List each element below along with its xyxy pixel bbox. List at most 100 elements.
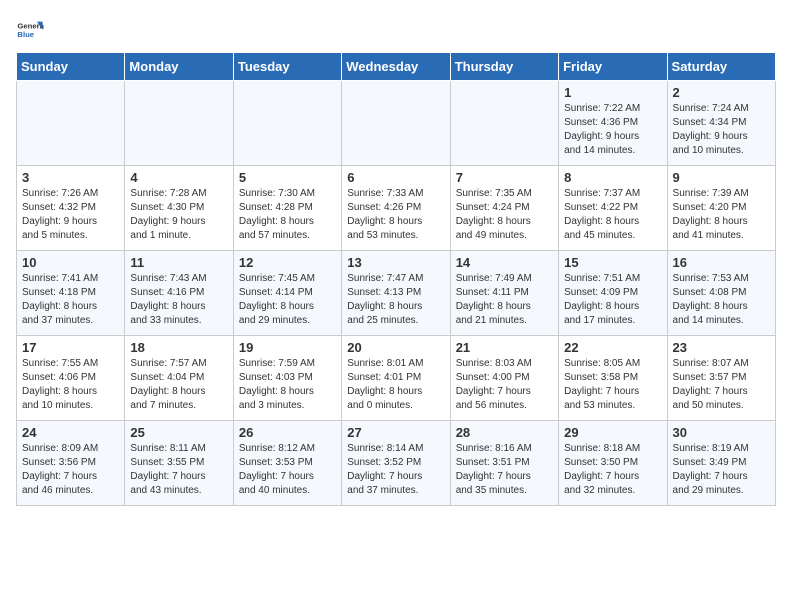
- calendar-cell: 23 Sunrise: 8:07 AM Sunset: 3:57 PM Dayli…: [667, 336, 775, 421]
- day-number: 14: [456, 255, 553, 270]
- calendar-cell: 9Sunrise: 7:39 AM Sunset: 4:20 PM Daylig…: [667, 166, 775, 251]
- day-info: Sunrise: 8:19 AM Sunset: 3:49 PM Dayligh…: [673, 442, 770, 498]
- calendar-cell: [450, 81, 558, 166]
- day-number: 23: [673, 340, 770, 355]
- day-number: 16: [673, 255, 770, 270]
- day-info: Sunrise: 7:55 AM Sunset: 4:06 PM Dayligh…: [22, 357, 119, 413]
- day-number: 13: [347, 255, 444, 270]
- weekday-header-sunday: Sunday: [17, 53, 125, 81]
- calendar-week-row: 17 Sunrise: 7:55 AM Sunset: 4:06 PM Dayli…: [17, 336, 776, 421]
- page-header: General Blue: [16, 16, 776, 44]
- day-info: Sunrise: 7:41 AM Sunset: 4:18 PM Dayligh…: [22, 272, 119, 328]
- day-number: 8: [564, 170, 661, 185]
- calendar-cell: 2 Sunrise: 7:24 AM Sunset: 4:34 PM Daylig…: [667, 81, 775, 166]
- day-number: 10: [22, 255, 119, 270]
- day-number: 28: [456, 425, 553, 440]
- calendar-cell: 16 Sunrise: 7:53 AM Sunset: 4:08 PM Dayli…: [667, 251, 775, 336]
- day-info: Sunrise: 7:51 AM Sunset: 4:09 PM Dayligh…: [564, 272, 661, 328]
- day-info: Sunrise: 8:01 AM Sunset: 4:01 PM Dayligh…: [347, 357, 444, 413]
- calendar-cell: 5Sunrise: 7:30 AM Sunset: 4:28 PM Daylig…: [233, 166, 341, 251]
- day-number: 17: [22, 340, 119, 355]
- calendar-cell: 30 Sunrise: 8:19 AM Sunset: 3:49 PM Dayli…: [667, 421, 775, 506]
- day-number: 20: [347, 340, 444, 355]
- day-info: Sunrise: 7:35 AM Sunset: 4:24 PM Dayligh…: [456, 187, 553, 243]
- day-number: 2: [673, 85, 770, 100]
- calendar-cell: 6 Sunrise: 7:33 AM Sunset: 4:26 PM Daylig…: [342, 166, 450, 251]
- calendar-cell: 21 Sunrise: 8:03 AM Sunset: 4:00 PM Dayli…: [450, 336, 558, 421]
- day-number: 19: [239, 340, 336, 355]
- day-number: 30: [673, 425, 770, 440]
- day-number: 15: [564, 255, 661, 270]
- day-info: Sunrise: 7:45 AM Sunset: 4:14 PM Dayligh…: [239, 272, 336, 328]
- logo-icon: General Blue: [16, 16, 44, 44]
- calendar-cell: [233, 81, 341, 166]
- weekday-header-tuesday: Tuesday: [233, 53, 341, 81]
- day-info: Sunrise: 7:37 AM Sunset: 4:22 PM Dayligh…: [564, 187, 661, 243]
- calendar-cell: 11Sunrise: 7:43 AM Sunset: 4:16 PM Dayli…: [125, 251, 233, 336]
- day-number: 7: [456, 170, 553, 185]
- weekday-header-wednesday: Wednesday: [342, 53, 450, 81]
- day-number: 25: [130, 425, 227, 440]
- calendar-cell: 24 Sunrise: 8:09 AM Sunset: 3:56 PM Dayli…: [17, 421, 125, 506]
- calendar-cell: 19Sunrise: 7:59 AM Sunset: 4:03 PM Dayli…: [233, 336, 341, 421]
- calendar-cell: 1Sunrise: 7:22 AM Sunset: 4:36 PM Daylig…: [559, 81, 667, 166]
- day-info: Sunrise: 8:14 AM Sunset: 3:52 PM Dayligh…: [347, 442, 444, 498]
- calendar-cell: 3 Sunrise: 7:26 AM Sunset: 4:32 PM Daylig…: [17, 166, 125, 251]
- day-info: Sunrise: 7:26 AM Sunset: 4:32 PM Dayligh…: [22, 187, 119, 243]
- calendar-cell: 7 Sunrise: 7:35 AM Sunset: 4:24 PM Daylig…: [450, 166, 558, 251]
- day-number: 4: [130, 170, 227, 185]
- calendar-cell: 22Sunrise: 8:05 AM Sunset: 3:58 PM Dayli…: [559, 336, 667, 421]
- calendar-cell: [17, 81, 125, 166]
- weekday-header-monday: Monday: [125, 53, 233, 81]
- day-info: Sunrise: 7:22 AM Sunset: 4:36 PM Dayligh…: [564, 102, 661, 158]
- calendar-cell: [125, 81, 233, 166]
- day-info: Sunrise: 8:09 AM Sunset: 3:56 PM Dayligh…: [22, 442, 119, 498]
- calendar-week-row: 1Sunrise: 7:22 AM Sunset: 4:36 PM Daylig…: [17, 81, 776, 166]
- day-info: Sunrise: 7:28 AM Sunset: 4:30 PM Dayligh…: [130, 187, 227, 243]
- day-number: 12: [239, 255, 336, 270]
- calendar-cell: 10 Sunrise: 7:41 AM Sunset: 4:18 PM Dayli…: [17, 251, 125, 336]
- calendar-cell: 17 Sunrise: 7:55 AM Sunset: 4:06 PM Dayli…: [17, 336, 125, 421]
- day-info: Sunrise: 8:12 AM Sunset: 3:53 PM Dayligh…: [239, 442, 336, 498]
- day-info: Sunrise: 8:16 AM Sunset: 3:51 PM Dayligh…: [456, 442, 553, 498]
- day-number: 21: [456, 340, 553, 355]
- day-number: 3: [22, 170, 119, 185]
- calendar-cell: 28 Sunrise: 8:16 AM Sunset: 3:51 PM Dayli…: [450, 421, 558, 506]
- day-info: Sunrise: 7:49 AM Sunset: 4:11 PM Dayligh…: [456, 272, 553, 328]
- calendar-cell: 26 Sunrise: 8:12 AM Sunset: 3:53 PM Dayli…: [233, 421, 341, 506]
- calendar-cell: 14 Sunrise: 7:49 AM Sunset: 4:11 PM Dayli…: [450, 251, 558, 336]
- day-number: 6: [347, 170, 444, 185]
- day-info: Sunrise: 7:43 AM Sunset: 4:16 PM Dayligh…: [130, 272, 227, 328]
- calendar-cell: 13 Sunrise: 7:47 AM Sunset: 4:13 PM Dayli…: [342, 251, 450, 336]
- calendar-table: SundayMondayTuesdayWednesdayThursdayFrid…: [16, 52, 776, 506]
- calendar-cell: 18 Sunrise: 7:57 AM Sunset: 4:04 PM Dayli…: [125, 336, 233, 421]
- day-number: 26: [239, 425, 336, 440]
- day-info: Sunrise: 8:03 AM Sunset: 4:00 PM Dayligh…: [456, 357, 553, 413]
- day-info: Sunrise: 7:53 AM Sunset: 4:08 PM Dayligh…: [673, 272, 770, 328]
- day-info: Sunrise: 7:24 AM Sunset: 4:34 PM Dayligh…: [673, 102, 770, 158]
- day-number: 24: [22, 425, 119, 440]
- calendar-week-row: 24 Sunrise: 8:09 AM Sunset: 3:56 PM Dayli…: [17, 421, 776, 506]
- day-number: 29: [564, 425, 661, 440]
- calendar-header: SundayMondayTuesdayWednesdayThursdayFrid…: [17, 53, 776, 81]
- day-number: 22: [564, 340, 661, 355]
- day-info: Sunrise: 7:47 AM Sunset: 4:13 PM Dayligh…: [347, 272, 444, 328]
- day-info: Sunrise: 8:07 AM Sunset: 3:57 PM Dayligh…: [673, 357, 770, 413]
- calendar-cell: 29Sunrise: 8:18 AM Sunset: 3:50 PM Dayli…: [559, 421, 667, 506]
- calendar-week-row: 10 Sunrise: 7:41 AM Sunset: 4:18 PM Dayli…: [17, 251, 776, 336]
- weekday-header-saturday: Saturday: [667, 53, 775, 81]
- day-number: 18: [130, 340, 227, 355]
- day-number: 27: [347, 425, 444, 440]
- day-info: Sunrise: 7:57 AM Sunset: 4:04 PM Dayligh…: [130, 357, 227, 413]
- day-number: 9: [673, 170, 770, 185]
- calendar-cell: 4 Sunrise: 7:28 AM Sunset: 4:30 PM Daylig…: [125, 166, 233, 251]
- calendar-week-row: 3 Sunrise: 7:26 AM Sunset: 4:32 PM Daylig…: [17, 166, 776, 251]
- day-number: 5: [239, 170, 336, 185]
- calendar-cell: 12 Sunrise: 7:45 AM Sunset: 4:14 PM Dayli…: [233, 251, 341, 336]
- calendar-cell: 27 Sunrise: 8:14 AM Sunset: 3:52 PM Dayli…: [342, 421, 450, 506]
- calendar-cell: 25 Sunrise: 8:11 AM Sunset: 3:55 PM Dayli…: [125, 421, 233, 506]
- day-info: Sunrise: 7:33 AM Sunset: 4:26 PM Dayligh…: [347, 187, 444, 243]
- logo: General Blue: [16, 16, 48, 44]
- weekday-header-friday: Friday: [559, 53, 667, 81]
- day-info: Sunrise: 8:11 AM Sunset: 3:55 PM Dayligh…: [130, 442, 227, 498]
